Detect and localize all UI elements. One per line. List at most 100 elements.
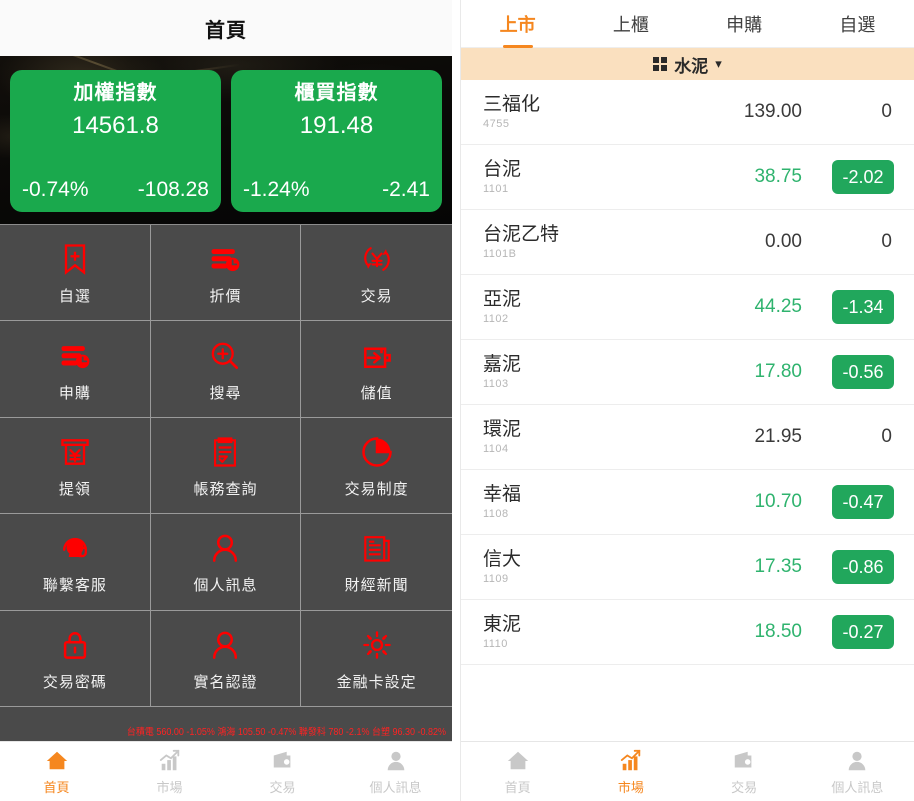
nav-item-profile[interactable]: 個人訊息 [339,748,452,796]
stock-list: 三福化 4755 139.00 0 台泥 1101 38.75 -2.02 台泥… [461,80,914,741]
status-badge: -2.02 [832,160,894,194]
grid-item-label: 交易密碼 [43,671,107,692]
index-name: 加權指數 [74,81,158,106]
pie-chart-icon [357,432,397,472]
grid-item-discount[interactable]: 折價 [151,225,302,321]
nav-item-trade[interactable]: 交易 [226,748,339,796]
tab-otc[interactable]: 上櫃 [574,0,687,47]
bottom-nav-left: 首頁 市場 [0,741,452,801]
home-screen-panel: 首頁 加權指數 14561.8 -0.74% -108.28 櫃買指數 191.… [0,0,452,801]
stock-price: 17.80 [694,361,802,383]
nav-item-trade[interactable]: 交易 [688,748,801,796]
headset-agent-icon [55,528,95,568]
market-tabs: 上市 上櫃 申購 自選 [461,0,914,48]
table-row[interactable]: 東泥 1110 18.50 -0.27 [461,600,914,665]
grid-item-trade-rules[interactable]: 交易制度 [301,418,452,514]
app-root: 首頁 加權指數 14561.8 -0.74% -108.28 櫃買指數 191.… [0,0,914,801]
grid-item-card-settings[interactable]: 金融卡設定 [301,611,452,707]
table-row[interactable]: 三福化 4755 139.00 0 [461,80,914,145]
category-selector[interactable]: 水泥 ▾ [461,48,914,80]
bookmark-plus-icon [55,239,95,279]
table-row[interactable]: 幸福 1108 10.70 -0.47 [461,470,914,535]
grid-item-subscription[interactable]: 申購 [0,321,151,417]
stock-name: 三福化 [483,94,694,116]
grid-item-label: 交易 [361,285,393,306]
table-row[interactable]: 環泥 1104 21.95 0 [461,405,914,470]
grid-item-label: 提領 [59,478,91,499]
grid-item-trade[interactable]: 交易 [301,225,452,321]
bottom-nav-right: 首頁 市場 [461,741,914,801]
nav-item-home[interactable]: 首頁 [0,748,113,796]
stock-change: 0 [816,426,894,448]
stock-price: 17.35 [694,556,802,578]
grid-item-label: 交易制度 [345,478,409,499]
stock-price: 44.25 [694,296,802,318]
table-row[interactable]: 台泥 1101 38.75 -2.02 [461,145,914,210]
stock-price: 21.95 [694,426,802,448]
index-card-weighted[interactable]: 加權指數 14561.8 -0.74% -108.28 [10,70,221,212]
lock-icon [55,625,95,665]
stock-change: -2.02 [816,160,894,194]
nav-label: 市場 [156,777,182,796]
grid-item-label: 個人訊息 [193,574,257,595]
ticker-text: 台積電 560.00 -1.05% 鴻海 105.50 -0.47% 聯發科 7… [127,728,446,738]
status-badge: -0.27 [832,615,894,649]
grid-item-watchlist[interactable]: 自選 [0,225,151,321]
wallet-icon [270,748,296,774]
change-value: 0 [881,231,894,253]
status-badge: -0.47 [832,485,894,519]
nav-item-home[interactable]: 首頁 [461,748,574,796]
nav-label: 個人訊息 [831,777,883,796]
nav-item-profile[interactable]: 個人訊息 [801,748,914,796]
tab-listed[interactable]: 上市 [461,0,574,47]
tab-subscription[interactable]: 申購 [688,0,801,47]
tab-watchlist[interactable]: 自選 [801,0,914,47]
index-card-otc[interactable]: 櫃買指數 191.48 -1.24% -2.41 [231,70,442,212]
nav-item-market[interactable]: 市場 [113,748,226,796]
grid-item-support[interactable]: 聯繫客服 [0,514,151,610]
tab-label: 自選 [839,11,875,37]
status-badge: -1.34 [832,290,894,324]
table-row[interactable]: 台泥乙特 1101B 0.00 0 [461,210,914,275]
index-name: 櫃買指數 [295,81,379,106]
stock-price: 18.50 [694,621,802,643]
grid-item-search[interactable]: 搜尋 [151,321,302,417]
grid-4-icon [653,57,667,71]
grid-item-kyc[interactable]: 實名認證 [151,611,302,707]
index-change: -108.28 [138,178,209,202]
atm-withdraw-icon [55,432,95,472]
grid-item-label: 聯繫客服 [43,574,107,595]
user-icon [205,528,245,568]
grid-item-profile[interactable]: 個人訊息 [151,514,302,610]
table-row[interactable]: 亞泥 1102 44.25 -1.34 [461,275,914,340]
stock-change: -0.56 [816,355,894,389]
home-icon [505,748,531,774]
tab-label: 上櫃 [613,11,649,37]
table-row[interactable]: 嘉泥 1103 17.80 -0.56 [461,340,914,405]
user-icon [844,748,870,774]
index-percent: -1.24% [243,178,310,202]
index-value: 14561.8 [72,112,159,141]
stock-code: 1103 [483,378,694,390]
change-value: 0 [881,426,894,448]
index-hero: 加權指數 14561.8 -0.74% -108.28 櫃買指數 191.48 … [0,56,452,224]
page-title: 首頁 [0,0,452,56]
tab-label: 上市 [500,11,536,37]
table-row[interactable]: 信大 1109 17.35 -0.86 [461,535,914,600]
grid-item-label: 折價 [209,285,241,306]
grid-item-deposit[interactable]: 儲值 [301,321,452,417]
stock-code: 1101 [483,183,694,195]
grid-item-label: 實名認證 [193,671,257,692]
nav-item-market[interactable]: 市場 [574,748,687,796]
grid-item-news[interactable]: 財經新聞 [301,514,452,610]
stock-price: 139.00 [694,101,802,123]
user-icon [205,625,245,665]
grid-item-account-query[interactable]: 帳務查詢 [151,418,302,514]
chevron-down-icon: ▾ [715,56,722,72]
stock-code: 1101B [483,248,694,260]
grid-item-withdraw[interactable]: 提領 [0,418,151,514]
stock-name: 環泥 [483,419,694,441]
grid-item-trade-password[interactable]: 交易密碼 [0,611,151,707]
user-icon [383,748,409,774]
wallet-in-icon [357,336,397,376]
